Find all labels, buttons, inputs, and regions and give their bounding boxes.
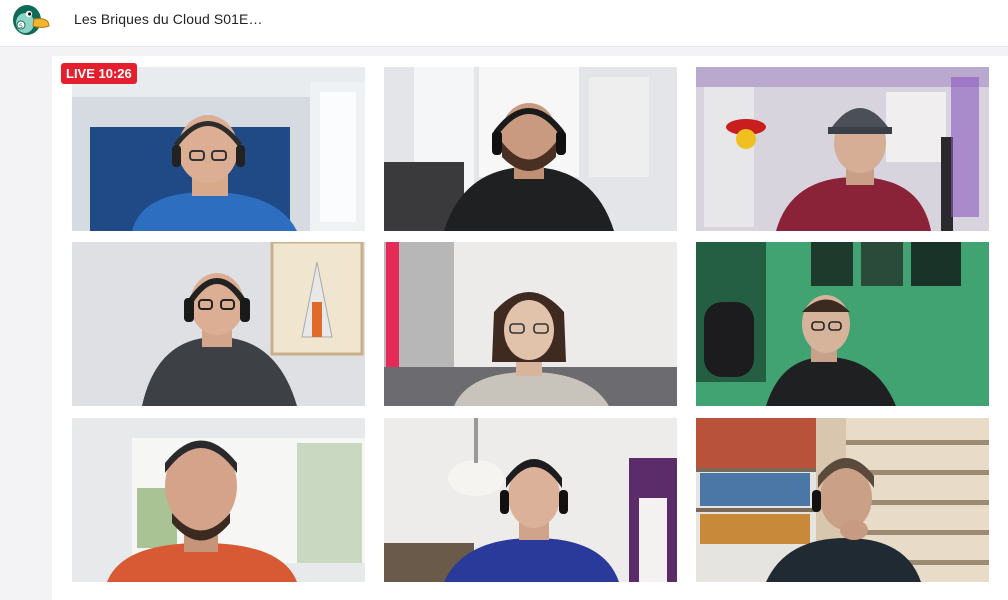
video-tile-4[interactable] (72, 242, 365, 406)
video-tile-7[interactable] (72, 418, 365, 582)
video-tile-3[interactable] (696, 67, 989, 231)
video-tile-8[interactable] (384, 418, 677, 582)
video-tile-2[interactable] (384, 67, 677, 231)
video-tile-9[interactable] (696, 418, 989, 582)
live-badge: LIVE 10:26 (61, 63, 137, 84)
video-tile-1[interactable] (72, 67, 365, 231)
top-bar: S Les Briques du Cloud S01E… (0, 0, 1008, 47)
video-tile-6[interactable] (696, 242, 989, 406)
page-title: Les Briques du Cloud S01E… (74, 11, 263, 27)
duck-mascot-icon[interactable]: S (8, 2, 50, 38)
svg-text:S: S (19, 23, 23, 30)
video-tile-5[interactable] (384, 242, 677, 406)
